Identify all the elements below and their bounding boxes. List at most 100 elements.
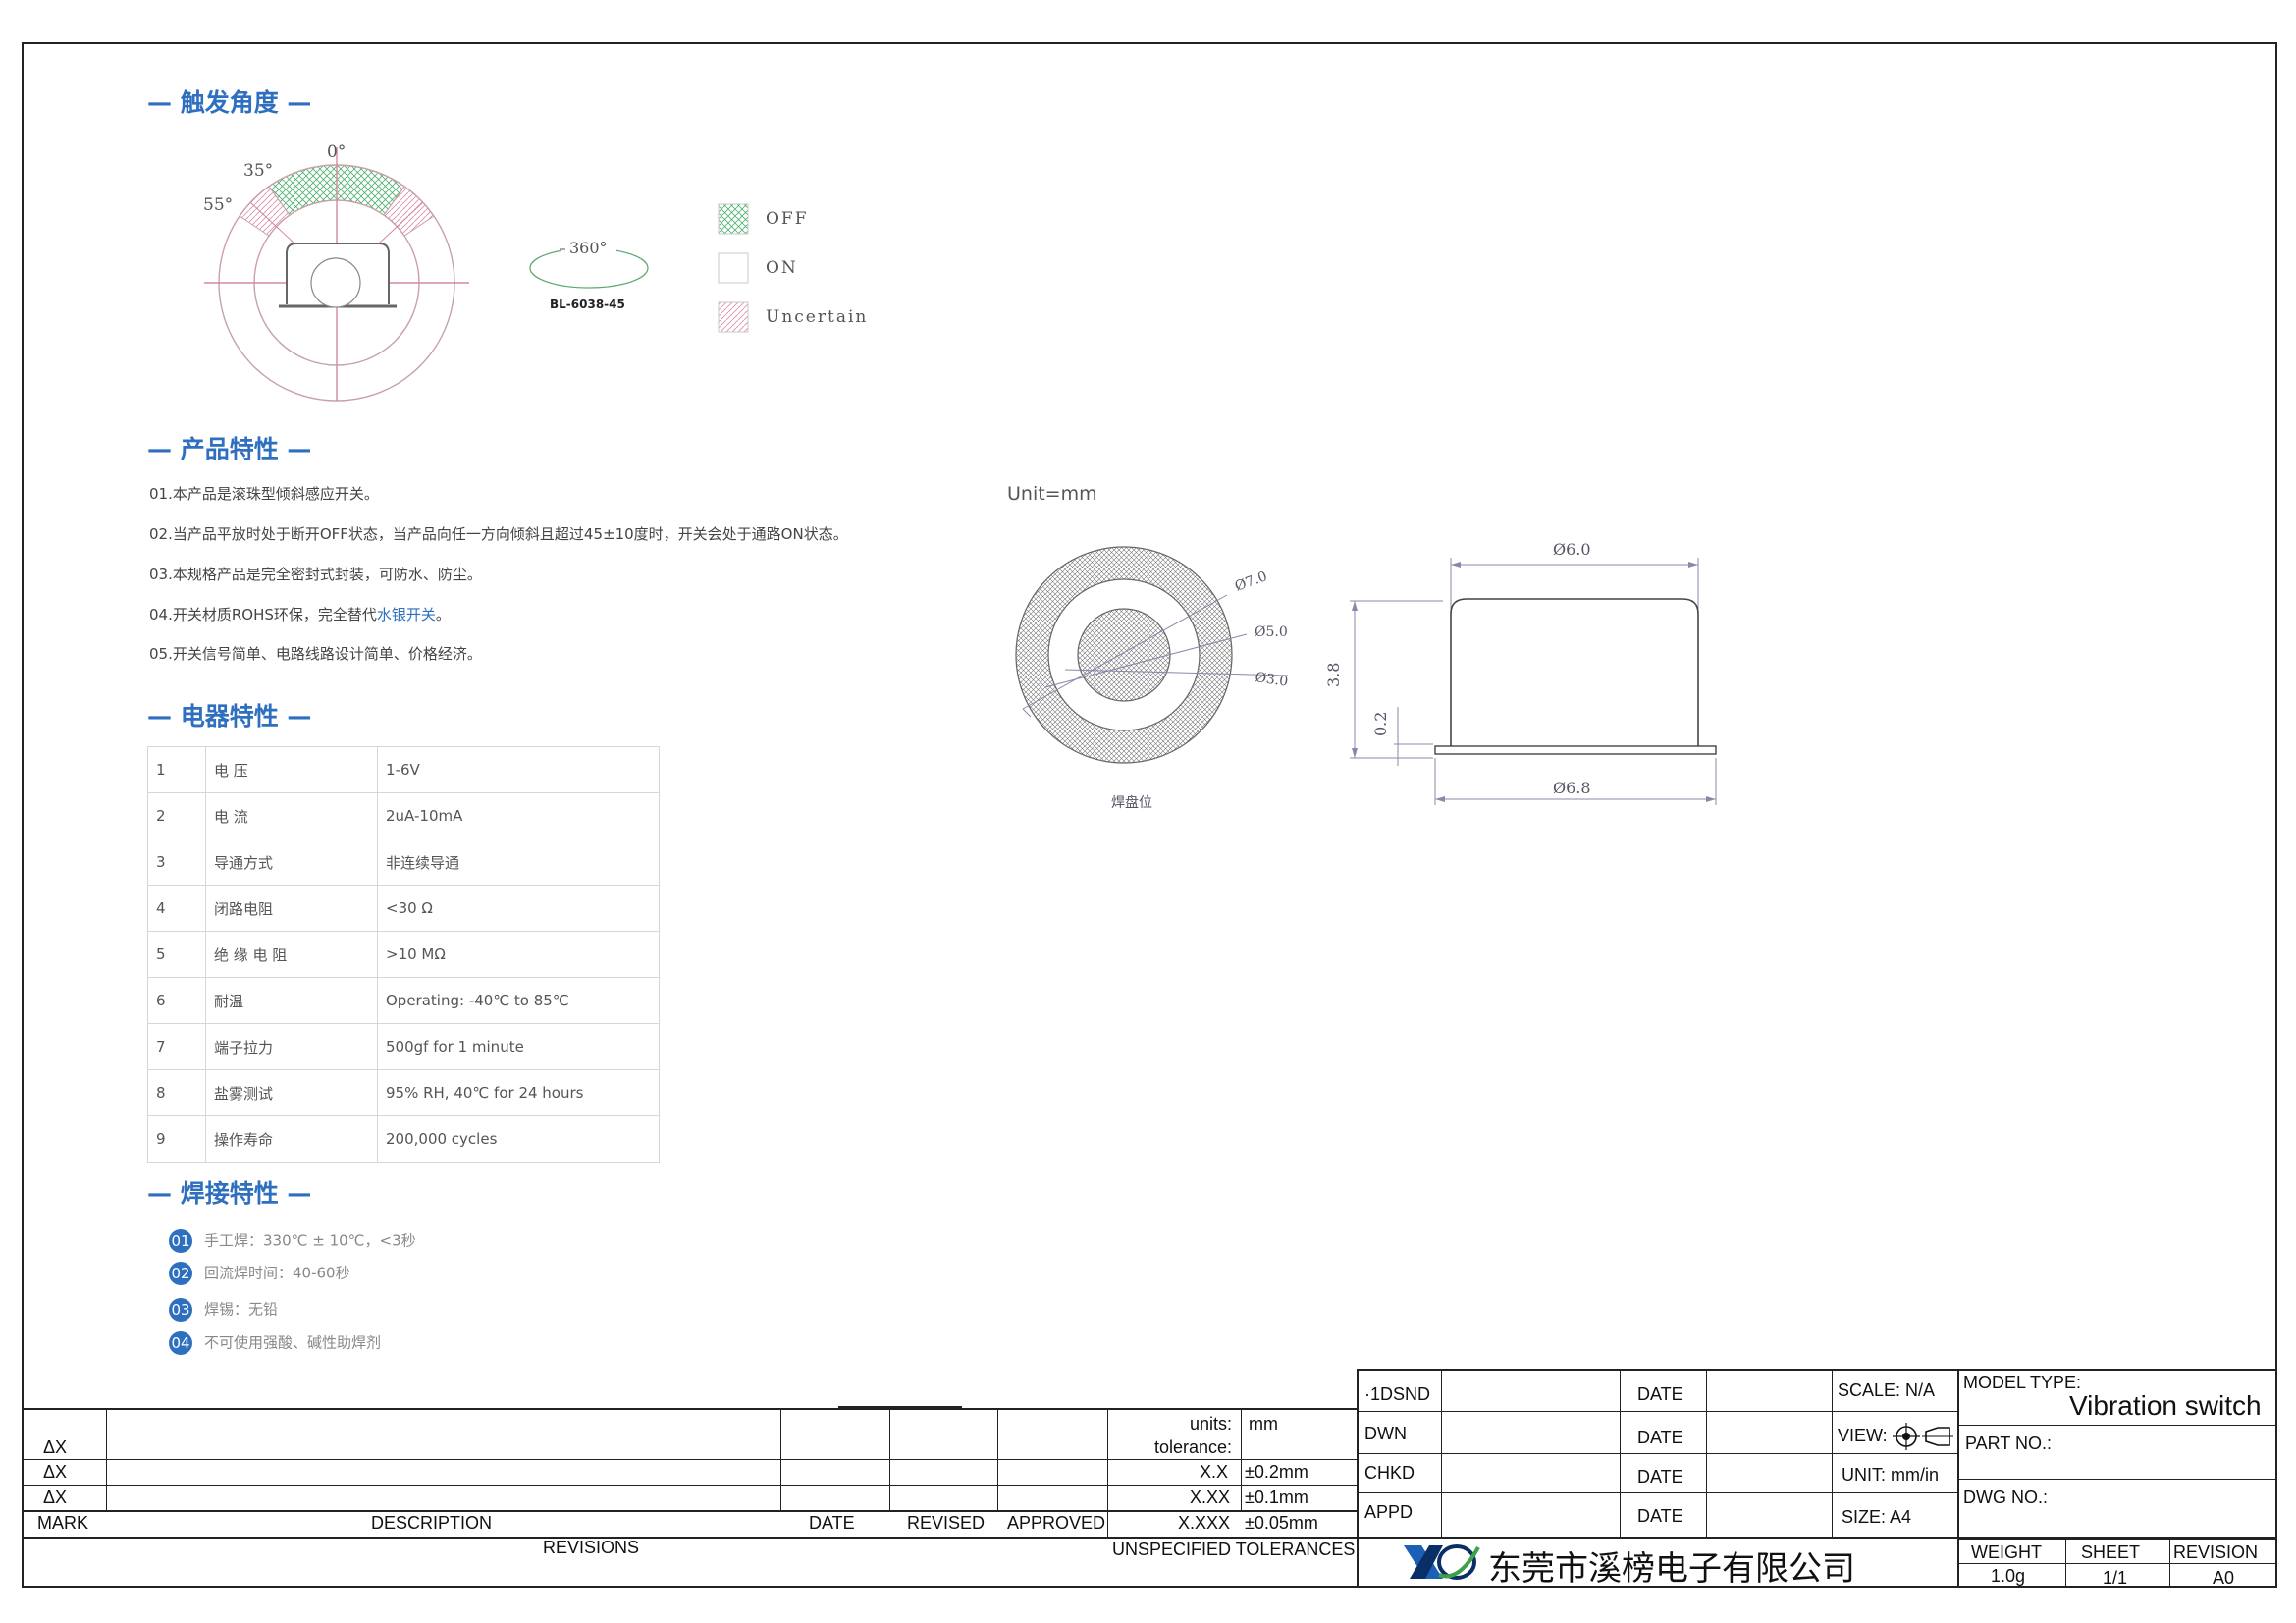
row-value: <30 Ω [377, 885, 660, 932]
welding-text: 回流焊时间：40-60秒 [204, 1264, 350, 1282]
row-value: 2uA-10mA [377, 792, 660, 839]
welding-number-badge: 01 [169, 1229, 192, 1253]
dim-height: 3.8 [1325, 663, 1343, 687]
tolerance-x2-value: ±0.1mm [1245, 1488, 1308, 1507]
header-mark: MARK [37, 1513, 89, 1533]
table-row: 9 操作寿命 200,000 cycles [147, 1115, 660, 1163]
view-label: VIEW: [1838, 1426, 1888, 1445]
section-title-trigger-angle: — 触发角度 — [147, 88, 312, 117]
dwg-no-label: DWG NO.: [1963, 1488, 2048, 1507]
revision-mark: ΔX [43, 1488, 68, 1507]
header-revised: REVISED [907, 1513, 986, 1533]
welding-item: 03 焊锡：无铅 [169, 1298, 278, 1322]
header-date: DATE [809, 1513, 855, 1533]
row-value: 500gf for 1 minute [377, 1023, 660, 1070]
legend-label-on: ON [766, 258, 798, 278]
welding-number-badge: 02 [169, 1262, 192, 1285]
row-number: 1 [147, 746, 206, 793]
unspecified-tolerances: UNSPECIFIED TOLERANCES [1112, 1540, 1356, 1559]
dim-base-height: 0.2 [1371, 712, 1390, 736]
table-row: 3 导通方式 非连续导通 [147, 839, 660, 886]
row-name: 导通方式 [205, 839, 378, 886]
welding-number-badge: 03 [169, 1298, 192, 1322]
dim-inner-diameter: Ø3.0 [1254, 670, 1289, 690]
electrical-table: 1电 压 1-6V 2电 流 2uA-10mA 3 导通方式 非连续导通 4 闭路电阻 <3… [147, 746, 660, 1163]
header-revisions: REVISIONS [543, 1538, 640, 1557]
table-row: 5绝 缘 电 阻 >10 MΩ [147, 931, 660, 978]
side-view-drawing: Ø6.0 3.8 0.2 Ø6.8 [1325, 540, 1717, 805]
unit-system-label: UNIT: mm/in [1842, 1465, 1939, 1485]
angle-label-55: 55° [203, 195, 233, 215]
model-label: BL-6038-45 [550, 298, 625, 311]
row-number: 7 [147, 1023, 206, 1070]
row-name: 电 流 [205, 792, 378, 839]
row-name: 耐温 [205, 977, 378, 1024]
row-number: 8 [147, 1069, 206, 1116]
legend-label-off: OFF [766, 209, 809, 229]
section-title-features: — 产品特性 — [147, 435, 312, 463]
scale-label: SCALE: N/A [1838, 1380, 1936, 1400]
row-name: 电 压 [205, 746, 378, 793]
table-row: 6 耐温 Operating: -40℃ to 85℃ [147, 977, 660, 1024]
legend-label-uncertain: Uncertain [766, 307, 869, 327]
row-number: 6 [147, 977, 206, 1024]
row-value: 1-6V [377, 746, 660, 793]
company-logo-icon [1404, 1544, 1480, 1580]
dim-mid-diameter: Ø5.0 [1255, 624, 1288, 640]
legend-swatches [718, 203, 749, 333]
model-type-value: Vibration switch [2069, 1390, 2262, 1421]
welding-item: 01 手工焊：330℃ ± 10℃，<3秒 [169, 1229, 416, 1253]
legend-swatch-uncertain [718, 301, 749, 333]
weight-value: 1.0g [1991, 1566, 2026, 1586]
feature-item: 02.当产品平放时处于断开OFF状态，当产品向任一方向倾斜且超过45±10度时，… [149, 525, 848, 543]
welding-item: 02 回流焊时间：40-60秒 [169, 1262, 350, 1285]
revision-value: A0 [2213, 1568, 2235, 1588]
units-value: mm [1249, 1414, 1278, 1434]
welding-number-badge: 04 [169, 1331, 192, 1355]
pad-label: 焊盘位 [1111, 794, 1152, 811]
row-name: 端子拉力 [205, 1023, 378, 1070]
designed-by-label: ·1DSND [1364, 1384, 1431, 1404]
table-row: 8 盐雾测试 95% RH, 40℃ for 24 hours [147, 1069, 660, 1116]
welding-text: 不可使用强酸、碱性助焊剂 [204, 1333, 382, 1352]
revision-label: REVISION [2173, 1542, 2259, 1562]
row-name: 闭路电阻 [205, 885, 378, 932]
approved-by-label: APPD [1364, 1502, 1414, 1522]
row-value: >10 MΩ [377, 931, 660, 978]
welding-item: 04 不可使用强酸、碱性助焊剂 [169, 1331, 381, 1355]
feature-highlight-link[interactable]: 水银开关 [377, 606, 436, 623]
section-title-welding: — 焊接特性 — [147, 1179, 312, 1208]
legend-swatch-off [718, 203, 749, 235]
rotation-diagram: 360° BL-6038-45 [529, 239, 649, 311]
row-number: 2 [147, 792, 206, 839]
date-label: DATE [1637, 1506, 1683, 1526]
model-type-label: MODEL TYPE: [1963, 1373, 2082, 1392]
checked-by-label: CHKD [1364, 1463, 1415, 1483]
row-name: 盐雾测试 [205, 1069, 378, 1116]
row-value: 95% RH, 40℃ for 24 hours [377, 1069, 660, 1116]
section-title-electrical: — 电器特性 — [147, 702, 312, 730]
feature-item: 04.开关材质ROHS环保，完全替代水银开关。 [149, 604, 451, 624]
row-number: 3 [147, 839, 206, 886]
row-number: 9 [147, 1115, 206, 1163]
angle-label-0: 0° [327, 142, 346, 162]
legend-swatch-on [718, 252, 749, 284]
tolerance-x2: X.XX [1190, 1488, 1231, 1507]
welding-text: 手工焊：330℃ ± 10℃，<3秒 [204, 1231, 416, 1250]
feature-item: 03.本规格产品是完全密封式封装，可防水、防尘。 [149, 566, 482, 583]
units-label: units: [1190, 1414, 1233, 1434]
row-value: 200,000 cycles [377, 1115, 660, 1163]
revision-mark: ΔX [43, 1462, 68, 1482]
tolerance-x1: X.X [1200, 1462, 1229, 1482]
dim-top-width: Ø6.0 [1553, 540, 1591, 559]
tolerance-label: tolerance: [1154, 1437, 1233, 1457]
tolerance-x3-value: ±0.05mm [1245, 1513, 1318, 1533]
row-number: 5 [147, 931, 206, 978]
sheet-value: 1/1 [2103, 1568, 2128, 1588]
weight-label: WEIGHT [1971, 1542, 2042, 1562]
drawn-by-label: DWN [1364, 1424, 1407, 1443]
angle-label-35: 35° [243, 161, 273, 181]
date-label: DATE [1637, 1467, 1683, 1487]
trigger-angle-diagram: 0° 35° 55° [203, 142, 469, 402]
spin-label: 360° [569, 239, 608, 257]
